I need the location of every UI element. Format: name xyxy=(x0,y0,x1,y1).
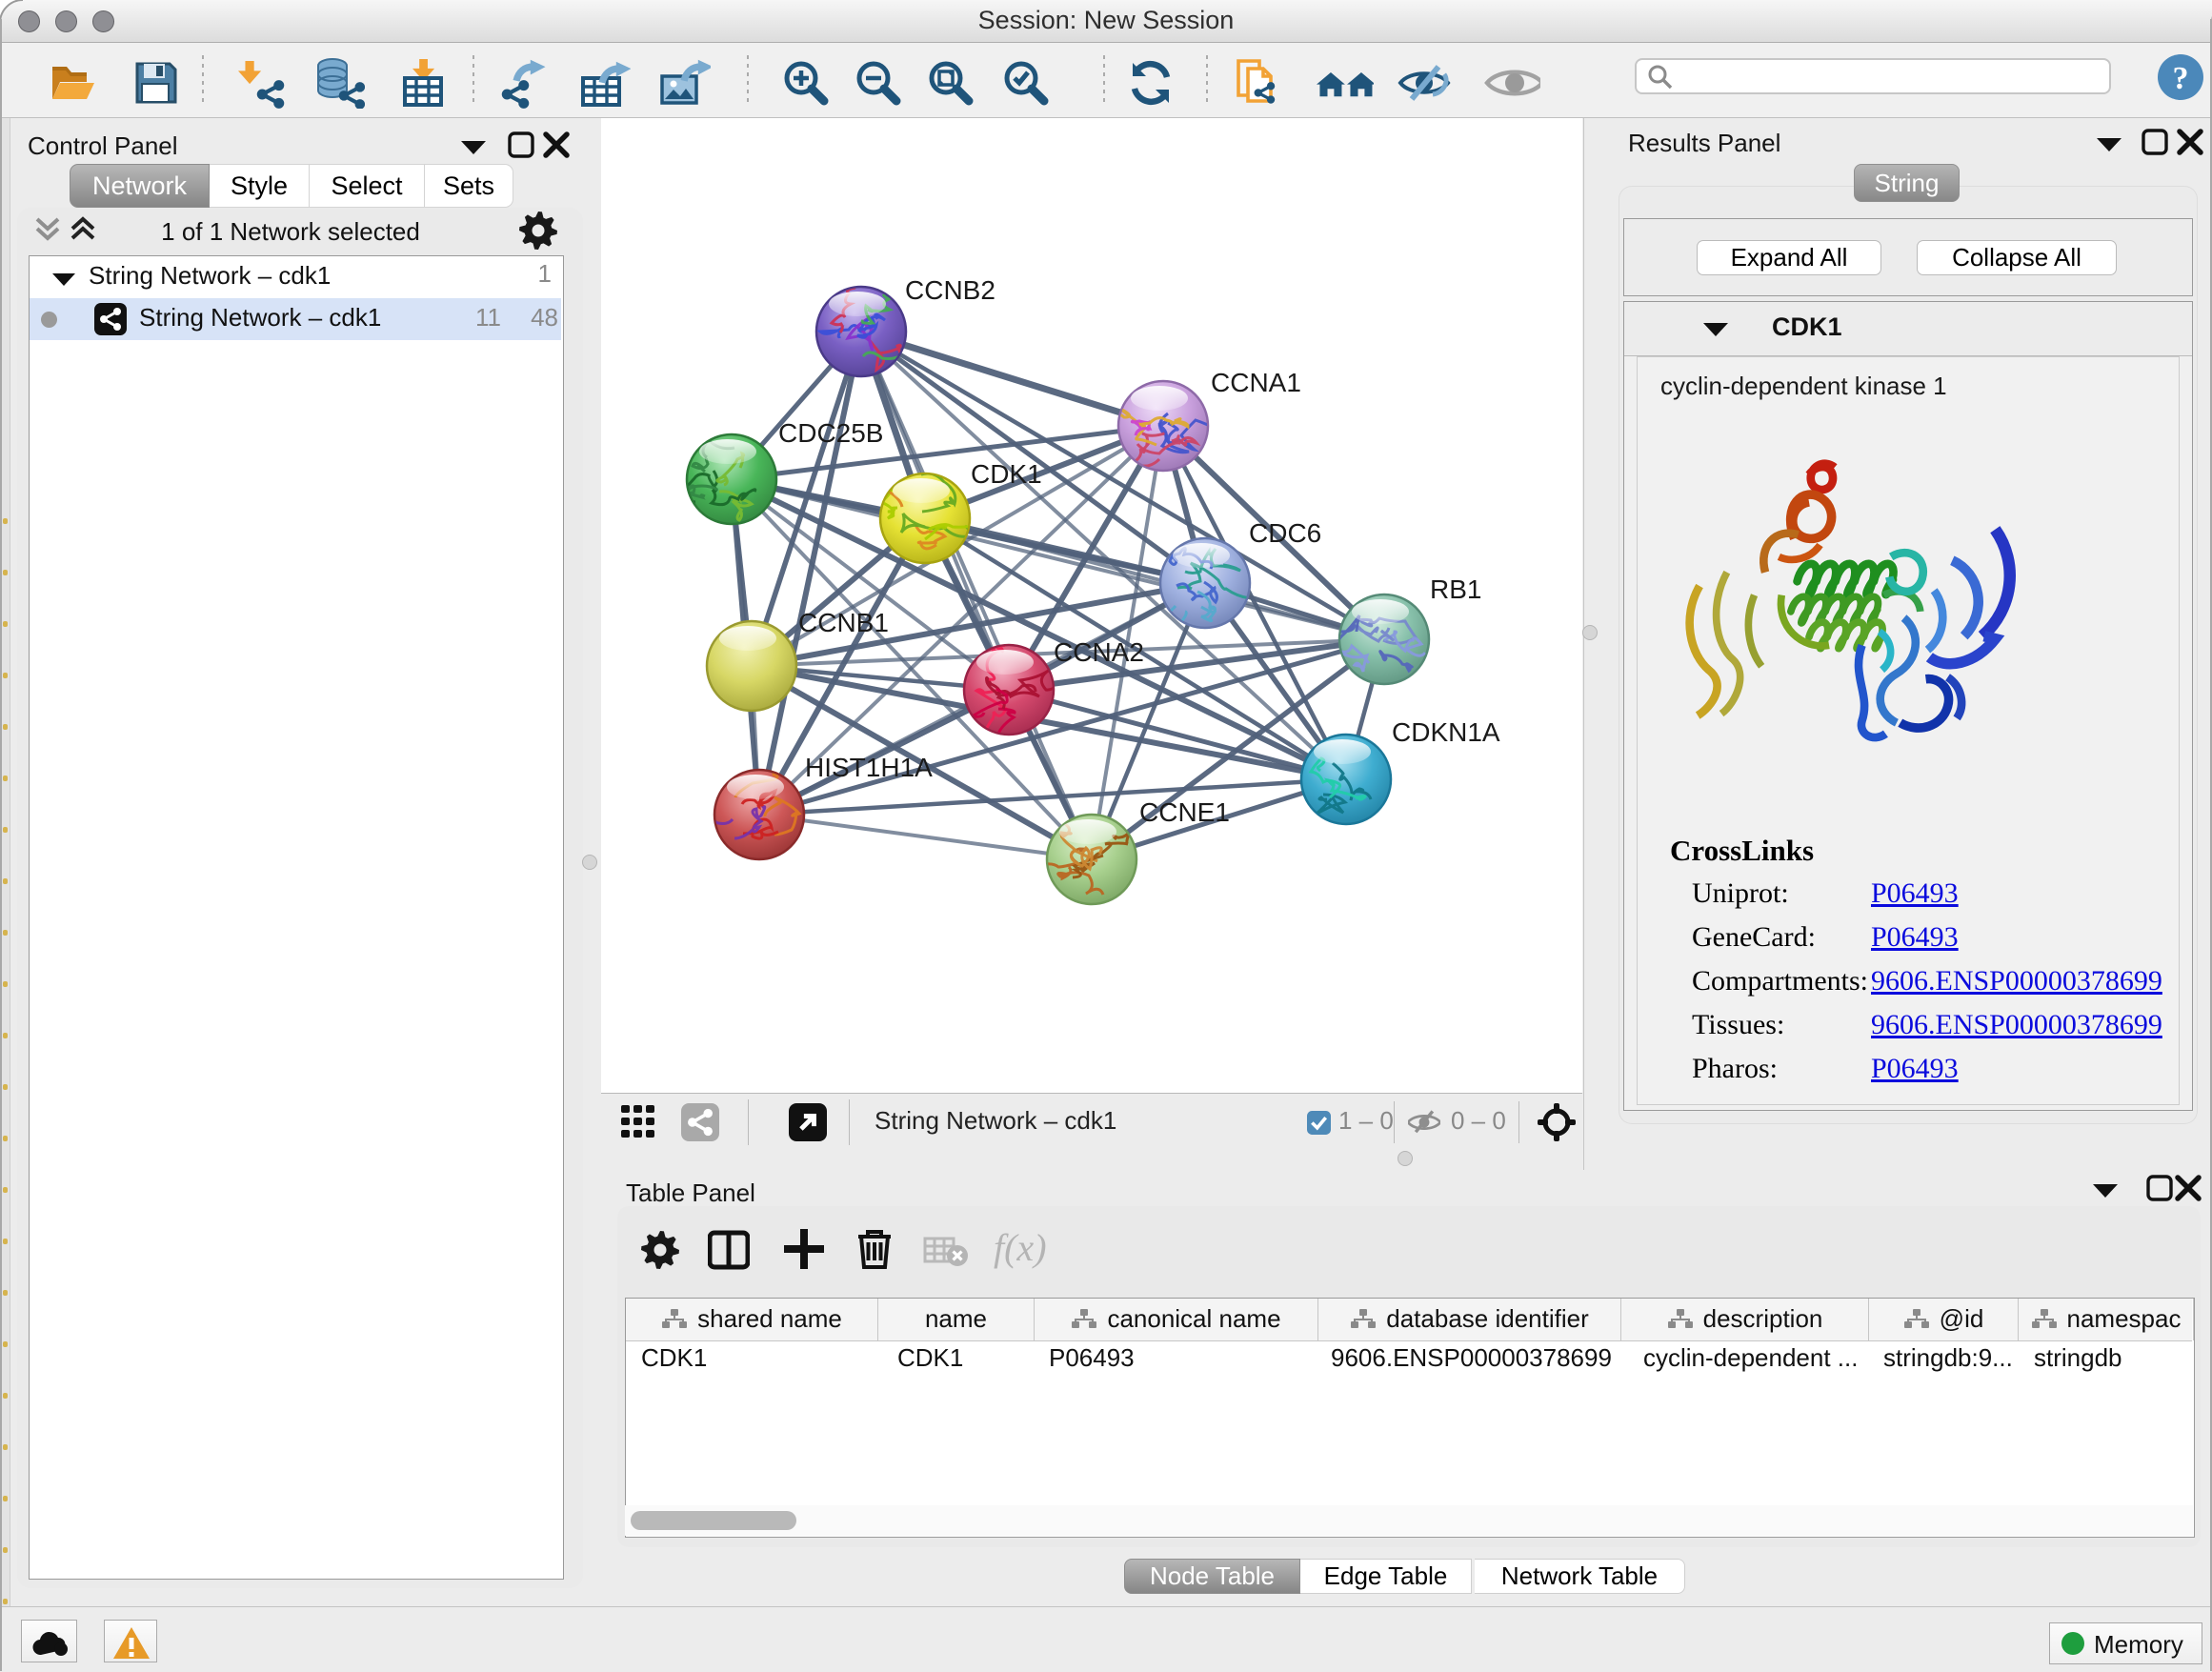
svg-text:?: ? xyxy=(2173,61,2189,96)
svg-text:CDC6: CDC6 xyxy=(1249,518,1321,548)
svg-text:CDKN1A: CDKN1A xyxy=(1392,717,1500,747)
svg-text:CCNE1: CCNE1 xyxy=(1139,797,1230,827)
svg-text:CCNA2: CCNA2 xyxy=(1054,637,1144,667)
svg-text:HIST1H1A: HIST1H1A xyxy=(805,753,933,782)
svg-text:CCNB2: CCNB2 xyxy=(905,275,995,305)
svg-text:CDC25B: CDC25B xyxy=(778,418,883,448)
svg-text:CDK1: CDK1 xyxy=(971,459,1042,489)
svg-text:CCNB1: CCNB1 xyxy=(798,608,889,637)
svg-text:RB1: RB1 xyxy=(1430,574,1481,604)
svg-text:CCNA1: CCNA1 xyxy=(1211,368,1301,397)
